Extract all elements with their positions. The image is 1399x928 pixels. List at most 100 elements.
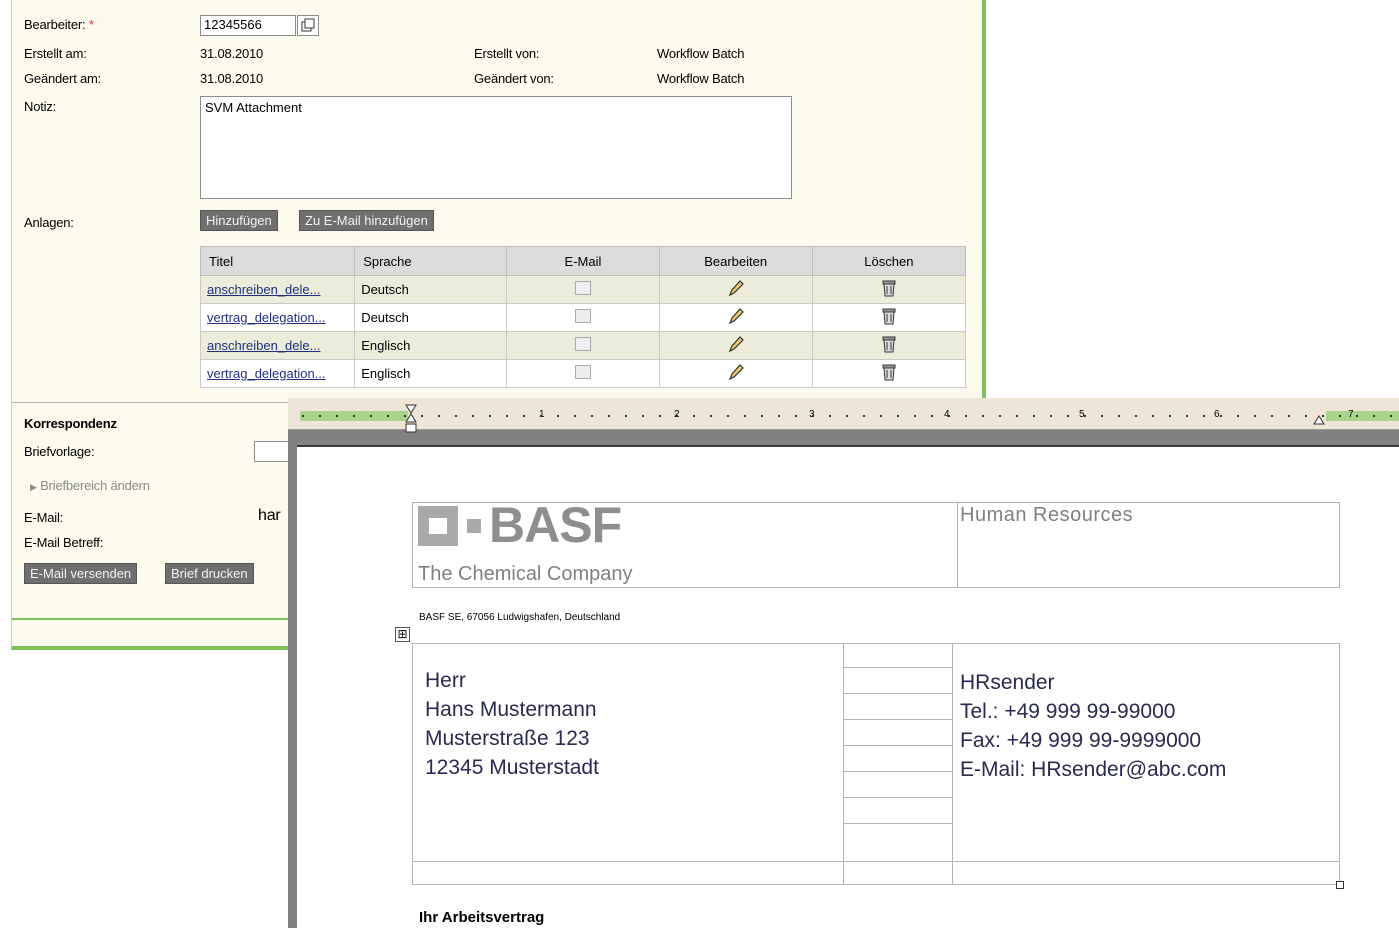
sender-line: BASF SE, 67056 Ludwigshafen, Deutschland [419,612,621,623]
basf-logo-square [418,506,458,546]
print-letter-button[interactable]: Brief drucken [165,563,254,584]
contact-line: Tel.: +49 999 99-99000 [960,700,1176,723]
col-bearbeiten[interactable]: Bearbeiten [658,246,813,276]
col-sprache[interactable]: Sprache [354,246,508,276]
bearbeiter-input[interactable]: 12345566 [200,15,296,36]
email-label: E-Mail: [24,510,64,525]
col-email[interactable]: E-Mail [506,246,660,276]
ruler-tick [1356,415,1358,417]
attachment-title-link[interactable]: anschreiben_dele... [207,282,320,297]
document-page[interactable]: BASF The Chemical Company Human Resource… [297,445,1399,928]
edit-icon[interactable] [658,275,813,304]
notiz-textarea[interactable]: SVM Attachment [200,96,792,199]
table-row: anschreiben_dele... Deutsch [199,275,967,304]
ruler-tick [676,415,678,417]
sender-contact: HRsender Tel.: +49 999 99-99000 Fax: +49… [960,668,1226,784]
recipient-line: Musterstraße 123 [425,727,590,750]
edit-icon[interactable] [658,303,813,332]
ruler-tick [1339,415,1341,417]
ruler-tick [1373,415,1375,417]
attachments-table: Titel Sprache E-Mail Bearbeiten Löschen … [199,246,967,388]
table-move-icon[interactable]: ⊞ [395,627,410,642]
table-col-line [843,643,844,885]
email-checkbox[interactable] [574,337,591,351]
attachment-title-link[interactable]: vertrag_delegation... [207,310,326,325]
geaendert-von-value: Workflow Batch [657,71,745,86]
ruler-tick [999,415,1001,417]
letter-subject: Ihr Arbeitsvertrag [419,909,545,926]
ruler-tick [302,415,304,417]
ruler-tick [744,415,746,417]
word-document-window: 1 2 3 4 5 6 7 BASF The Chemical Company … [288,398,1399,928]
value-help-icon[interactable] [297,15,319,36]
ruler-tick [659,415,661,417]
ruler-tick [1390,415,1392,417]
add-attachment-button[interactable]: Hinzufügen [200,210,278,231]
recipient-line: Hans Mustermann [425,698,597,721]
ruler-tick [1152,415,1154,417]
anlagen-label: Anlagen: [24,215,74,230]
edit-icon[interactable] [658,359,813,388]
ruler-tick [727,415,729,417]
ruler-tick [948,415,950,417]
trash-icon[interactable] [811,359,967,388]
ruler-tick [863,415,865,417]
ruler-tick [1203,415,1205,417]
bearbeiter-label: Bearbeiter: * [24,17,94,32]
col-titel[interactable]: Titel [199,246,356,276]
send-email-button[interactable]: E-Mail versenden [24,563,138,584]
email-checkbox[interactable] [574,281,591,295]
ruler-tick [472,415,474,417]
ruler-tick [387,415,389,417]
trash-icon[interactable] [811,275,967,304]
ruler-tick [1067,415,1069,417]
trash-icon[interactable] [811,303,967,332]
ruler-tick [914,415,916,417]
ruler-tick [693,415,695,417]
ruler-tick [1322,415,1324,417]
indent-marker-icon[interactable] [404,404,418,436]
attachment-title-link[interactable]: anschreiben_dele... [207,338,320,353]
edit-icon[interactable] [658,331,813,360]
table-row: vertrag_delegation... Deutsch [199,303,967,332]
email-checkbox[interactable] [574,365,591,379]
ruler-tick [1186,415,1188,417]
col-loeschen[interactable]: Löschen [811,246,967,276]
ruler-tick [591,415,593,417]
ruler-tick [812,415,814,417]
ruler-tick [574,415,576,417]
attachment-language: Englisch [354,359,508,388]
contact-line: E-Mail: HRsender@abc.com [960,758,1227,781]
table-row: anschreiben_dele... Englisch [199,331,967,360]
trash-icon[interactable] [811,331,967,360]
recipient-line: Herr [425,669,466,692]
erstellt-am-value: 31.08.2010 [200,46,264,61]
geaendert-am-label: Geändert am: [24,71,102,86]
ruler-tick [1050,415,1052,417]
ruler-tick [1135,415,1137,417]
table-row-line [412,861,1340,862]
email-value: har [258,507,281,524]
briefbereich-link[interactable]: ▶ Briefbereich ändern [30,478,150,493]
recipient-address: Herr Hans Mustermann Musterstraße 123 12… [425,666,599,782]
add-to-email-button[interactable]: Zu E-Mail hinzufügen [299,210,434,231]
ruler-tick [795,415,797,417]
ruler-tick [897,415,899,417]
ruler-tick [1169,415,1171,417]
table-header-row: Titel Sprache E-Mail Bearbeiten Löschen [199,246,967,276]
letterhead-divider [957,502,958,588]
attachment-language: Englisch [354,331,508,360]
ruler-number: 7 [1348,409,1354,420]
ruler-tick [982,415,984,417]
basf-logo-text: BASF [489,497,622,553]
table-resize-handle[interactable] [1336,881,1344,889]
email-checkbox[interactable] [574,309,591,323]
ruler-tick [1305,415,1307,417]
attachment-title-link[interactable]: vertrag_delegation... [207,366,326,381]
ruler-tick [625,415,627,417]
geaendert-von-label: Geändert von: [474,71,554,86]
ruler-tick [710,415,712,417]
briefvorlage-label: Briefvorlage: [24,444,95,459]
table-row-line [843,693,952,694]
horizontal-ruler[interactable]: 1 2 3 4 5 6 7 [288,398,1399,433]
